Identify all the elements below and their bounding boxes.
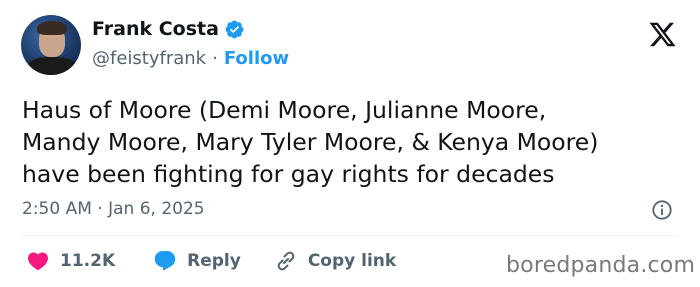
watermark: boredpanda.com bbox=[506, 253, 696, 278]
copy-link-button[interactable]: Copy link bbox=[274, 249, 396, 273]
reply-button[interactable]: Reply bbox=[153, 249, 241, 273]
verified-badge-icon bbox=[225, 20, 244, 38]
tweet-line: have been fighting for gay rights for de… bbox=[22, 160, 555, 188]
action-bar: 11.2K Reply Copy link bbox=[26, 248, 396, 274]
link-icon bbox=[277, 251, 295, 271]
like-count: 11.2K bbox=[60, 251, 116, 271]
author-name-row: Frank Costa bbox=[92, 18, 245, 40]
tweet-text: Haus of Moore (Demi Moore, Julianne Moor… bbox=[22, 94, 682, 190]
tweet-timestamp[interactable]: 2:50 AM · Jan 6, 2025 bbox=[22, 199, 205, 219]
avatar[interactable] bbox=[21, 15, 81, 75]
separator-dot: · bbox=[212, 48, 218, 69]
tweet-line: Mandy Moore, Mary Tyler Moore, & Kenya M… bbox=[22, 128, 599, 156]
copy-link-label: Copy link bbox=[307, 251, 397, 271]
reply-label: Reply bbox=[187, 251, 241, 271]
follow-button[interactable]: Follow bbox=[224, 48, 289, 69]
heart-icon bbox=[27, 252, 49, 271]
author-handle[interactable]: @feistyfrank bbox=[92, 48, 206, 69]
avatar-hair bbox=[37, 21, 67, 35]
author-handle-row: @feistyfrank · Follow bbox=[92, 48, 289, 69]
x-logo-icon[interactable] bbox=[648, 20, 677, 49]
divider bbox=[22, 235, 678, 236]
avatar-shirt bbox=[27, 57, 77, 75]
tweet-card: Frank Costa @feistyfrank · Follow Haus o… bbox=[0, 0, 700, 287]
like-button[interactable]: 11.2K bbox=[26, 249, 115, 273]
author-name[interactable]: Frank Costa bbox=[92, 18, 219, 40]
info-icon[interactable] bbox=[651, 199, 673, 221]
reply-bubble-icon bbox=[154, 251, 176, 271]
tweet-line: Haus of Moore (Demi Moore, Julianne Moor… bbox=[22, 96, 547, 124]
